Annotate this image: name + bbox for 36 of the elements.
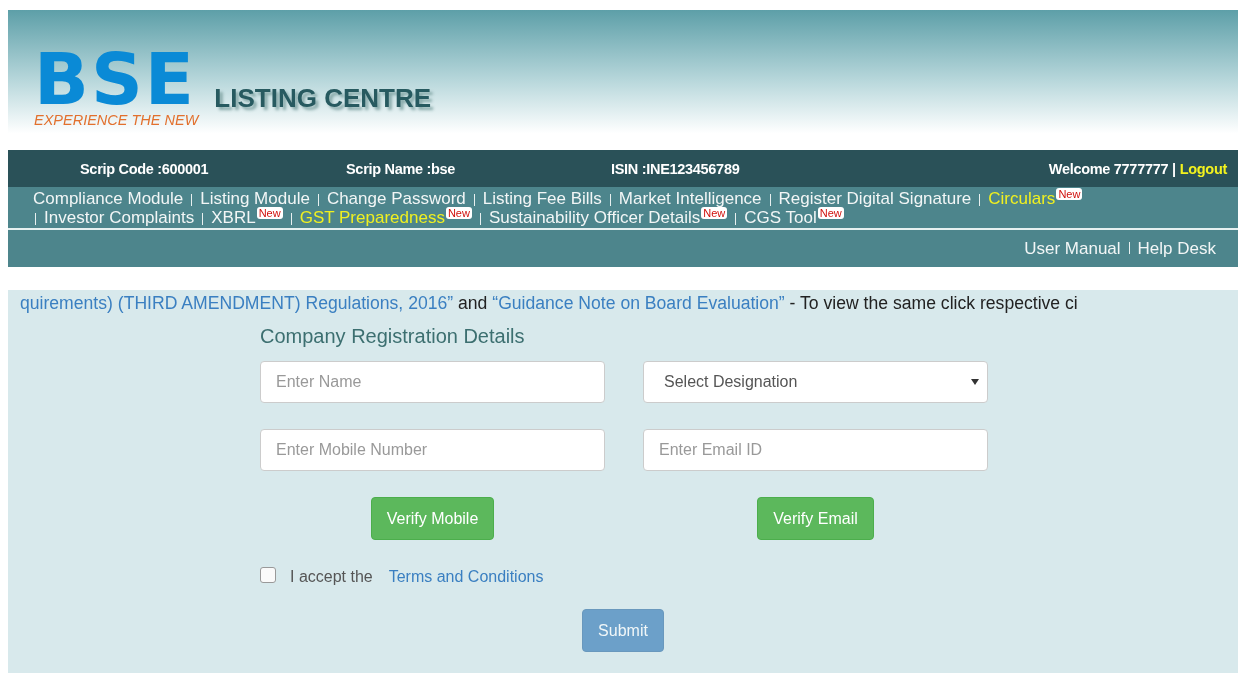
tagline: EXPERIENCE THE NEW xyxy=(34,112,199,128)
menu-link[interactable]: CGS Tool $^{New}$ xyxy=(744,208,844,227)
menu-link[interactable]: Circulars $^{New}$ xyxy=(988,189,1083,208)
caret-icon xyxy=(971,379,979,385)
input-field[interactable]: Enter Name xyxy=(260,361,605,403)
menu-link[interactable]: Listing Module xyxy=(200,189,310,208)
menu-link[interactable]: Listing Fee Bills xyxy=(482,189,602,208)
news-ticker: quirements) (THIRD AMENDMENT) Regulations, 2016” and “Guidance Note on Board Evaluation” - To view the same click respective ci xyxy=(19,292,1079,315)
input-field[interactable]: Enter Mobile Number xyxy=(260,429,605,471)
menu-link[interactable]: XBRL $^{New}$ xyxy=(211,208,283,227)
scrip-code: Scrip Code :600001 xyxy=(80,160,210,177)
news-link[interactable]: quirements) (THIRD AMENDMENT) Regulations, 2016” xyxy=(20,293,454,313)
verify-button[interactable]: Verify Mobile xyxy=(370,497,495,540)
menu-link[interactable]: GST Preparedness $^{New}$ xyxy=(299,208,472,227)
menu-link[interactable]: Sustainability Officer Details $^{New}$ xyxy=(488,208,728,227)
menu-link[interactable]: Market Intelligence xyxy=(618,189,762,208)
menu-link[interactable]: Investor Complaints xyxy=(44,208,195,227)
site-title: LISTING CENTRE xyxy=(214,83,432,114)
terms-checkbox[interactable] xyxy=(260,567,276,583)
logout-link[interactable]: Logout xyxy=(1179,160,1227,177)
designation-select[interactable]: Select Designation xyxy=(643,361,988,403)
menu-link[interactable]: Change Password xyxy=(326,189,466,208)
menu-link[interactable]: Compliance Module xyxy=(33,189,184,208)
form-title: Company Registration Details xyxy=(260,325,526,348)
terms-label: I accept the xyxy=(290,568,373,586)
input-field[interactable]: Enter Email ID xyxy=(643,429,988,471)
news-link[interactable]: “Guidance Note on Board Evaluation” xyxy=(492,293,785,313)
terms-link[interactable]: Terms and Conditions xyxy=(388,568,544,586)
welcome-text: Welcome 7777777 | xyxy=(1048,160,1176,177)
header-link[interactable]: Help Desk xyxy=(1137,239,1216,258)
verify-button[interactable]: Verify Email xyxy=(757,497,874,540)
menu-link[interactable]: Register Digital Signature xyxy=(778,189,972,208)
header-link[interactable]: User Manual xyxy=(1024,239,1121,258)
logo: BSE xyxy=(34,48,196,110)
isin: ISIN :INE123456789 xyxy=(611,160,741,177)
scrip-name: Scrip Name :bse xyxy=(346,160,457,177)
